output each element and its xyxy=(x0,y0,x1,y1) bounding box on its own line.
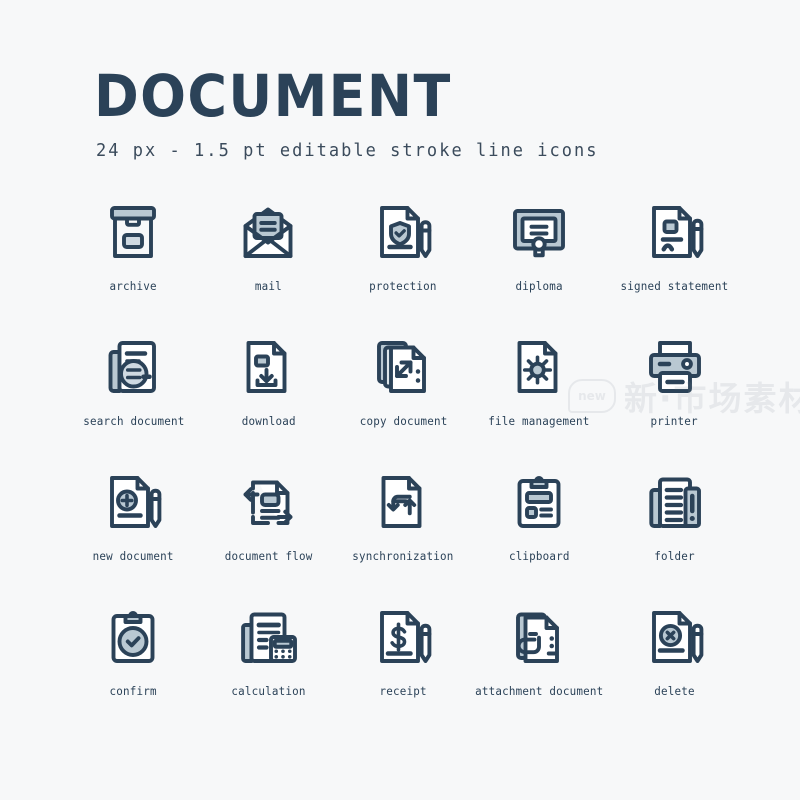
icon-label: clipboard xyxy=(508,549,570,563)
icon-cell-delete[interactable]: delete xyxy=(607,601,742,736)
icon-cell-attachment-document[interactable]: attachment document xyxy=(471,601,607,736)
document-delete-pen-icon xyxy=(639,601,711,673)
icon-label: file management xyxy=(488,414,590,428)
icon-cell-synchronization[interactable]: synchronization xyxy=(336,466,471,601)
document-dollar-pen-icon xyxy=(367,601,439,673)
icon-label: document flow xyxy=(224,549,313,563)
document-download-arrow-icon xyxy=(232,331,304,403)
icon-cell-mail[interactable]: mail xyxy=(201,196,336,331)
icon-cell-folder[interactable]: folder xyxy=(607,466,742,601)
icon-label: synchronization xyxy=(352,549,454,563)
document-signature-pen-icon xyxy=(639,196,711,268)
document-sync-arrows-icon xyxy=(367,466,439,538)
icon-label: search document xyxy=(82,414,185,428)
icon-cell-document-flow[interactable]: document flow xyxy=(201,466,336,601)
document-flow-arrows-icon xyxy=(232,466,304,538)
icon-grid: archive mail protection diploma signed s… xyxy=(66,196,742,736)
icon-label: copy document xyxy=(359,414,448,428)
copy-documents-arrows-icon xyxy=(367,331,439,403)
document-calculator-icon xyxy=(232,601,304,673)
page-subtitle: 24 px - 1.5 pt editable stroke line icon… xyxy=(96,141,599,161)
icon-label: new document xyxy=(92,549,174,563)
icon-cell-copy-document[interactable]: copy document xyxy=(336,331,471,466)
icon-label: signed statement xyxy=(620,279,729,293)
icon-label: receipt xyxy=(379,684,427,698)
documents-paperclip-icon xyxy=(503,601,575,673)
icon-label: archive xyxy=(109,279,158,293)
icon-label: attachment document xyxy=(474,684,604,698)
icon-cell-new-document[interactable]: new document xyxy=(66,466,201,601)
icon-label: calculation xyxy=(231,684,306,698)
framed-certificate-seal-icon xyxy=(503,196,575,268)
header: DOCUMENT 24 px - 1.5 pt editable stroke … xyxy=(94,66,734,162)
page-title: DOCUMENT xyxy=(94,62,452,130)
icon-cell-search-document[interactable]: search document xyxy=(66,331,201,466)
icon-cell-confirm[interactable]: confirm xyxy=(66,601,201,736)
icon-set-page: DOCUMENT 24 px - 1.5 pt editable stroke … xyxy=(0,0,800,800)
archive-box-icon xyxy=(97,196,169,268)
document-shield-check-pen-icon xyxy=(367,196,439,268)
icon-cell-file-management[interactable]: file management xyxy=(471,331,607,466)
icon-cell-receipt[interactable]: receipt xyxy=(336,601,471,736)
icon-cell-download[interactable]: download xyxy=(201,331,336,466)
open-envelope-icon xyxy=(232,196,304,268)
icon-cell-calculation[interactable]: calculation xyxy=(201,601,336,736)
clipboard-list-icon xyxy=(503,466,575,538)
document-plus-pen-icon xyxy=(97,466,169,538)
icon-label: download xyxy=(241,414,296,428)
icon-label: folder xyxy=(654,549,695,563)
icon-cell-archive[interactable]: archive xyxy=(66,196,201,331)
icon-cell-diploma[interactable]: diploma xyxy=(471,196,607,331)
folder-pages-exclamation-icon xyxy=(639,466,711,538)
icon-label: confirm xyxy=(109,684,158,698)
document-gear-icon xyxy=(503,331,575,403)
icon-label: mail xyxy=(254,279,282,293)
printer-icon xyxy=(639,331,711,403)
clipboard-check-icon xyxy=(97,601,169,673)
icon-cell-protection[interactable]: protection xyxy=(336,196,471,331)
icon-cell-clipboard[interactable]: clipboard xyxy=(471,466,607,601)
icon-label: delete xyxy=(654,684,695,698)
icon-cell-printer[interactable]: printer xyxy=(607,331,742,466)
icon-label: protection xyxy=(369,279,437,293)
document-magnifier-icon xyxy=(97,331,169,403)
icon-label: diploma xyxy=(515,279,563,293)
icon-label: printer xyxy=(650,414,699,428)
icon-cell-signed-statement[interactable]: signed statement xyxy=(607,196,742,331)
